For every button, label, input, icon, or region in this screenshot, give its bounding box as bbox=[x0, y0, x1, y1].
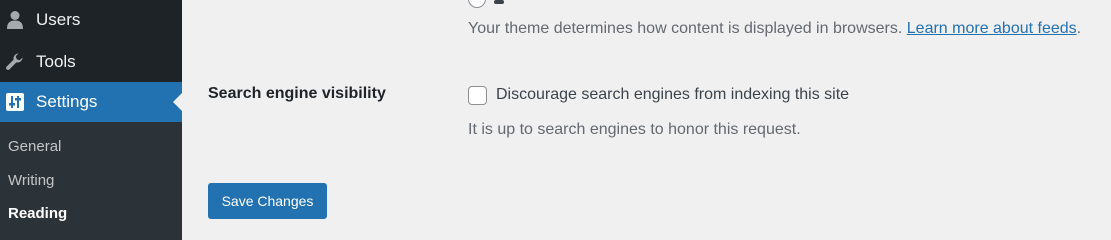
feed-description-text: Your theme determines how content is dis… bbox=[468, 20, 903, 37]
settings-form: Your theme determines how content is dis… bbox=[182, 0, 1111, 240]
discourage-indexing-label[interactable]: Discourage search engines from indexing … bbox=[496, 86, 849, 104]
feed-radio-button[interactable] bbox=[468, 0, 486, 8]
feed-description-period: . bbox=[1076, 20, 1082, 37]
user-icon bbox=[4, 9, 26, 31]
submenu-item-writing[interactable]: Writing bbox=[8, 172, 54, 189]
search-visibility-label: Search engine visibility bbox=[208, 85, 386, 102]
sidebar-item-settings[interactable]: Settings bbox=[0, 82, 182, 122]
save-changes-button[interactable]: Save Changes bbox=[208, 183, 327, 219]
admin-sidebar: Users Tools Settings General Writing Rea… bbox=[0, 0, 182, 240]
settings-submenu: General Writing Reading bbox=[0, 122, 182, 240]
submenu-item-general[interactable]: General bbox=[8, 138, 61, 155]
learn-more-feeds-link[interactable]: Learn more about feeds bbox=[907, 20, 1077, 37]
wp-admin-window: Users Tools Settings General Writing Rea… bbox=[0, 0, 1111, 240]
sidebar-item-label: Tools bbox=[36, 52, 76, 71]
sidebar-item-label: Users bbox=[36, 10, 81, 29]
sidebar-item-tools[interactable]: Tools bbox=[0, 42, 182, 82]
feed-radio-label-clipped bbox=[494, 0, 534, 4]
feed-description: Your theme determines how content is dis… bbox=[468, 20, 1081, 38]
wrench-icon bbox=[4, 51, 26, 73]
search-visibility-description: It is up to search engines to honor this… bbox=[468, 121, 801, 138]
sidebar-item-label: Settings bbox=[36, 92, 98, 111]
discourage-indexing-checkbox[interactable] bbox=[468, 86, 487, 105]
submenu-item-reading[interactable]: Reading bbox=[8, 205, 67, 222]
settings-sliders-icon bbox=[4, 91, 26, 113]
sidebar-item-users[interactable]: Users bbox=[0, 0, 182, 40]
